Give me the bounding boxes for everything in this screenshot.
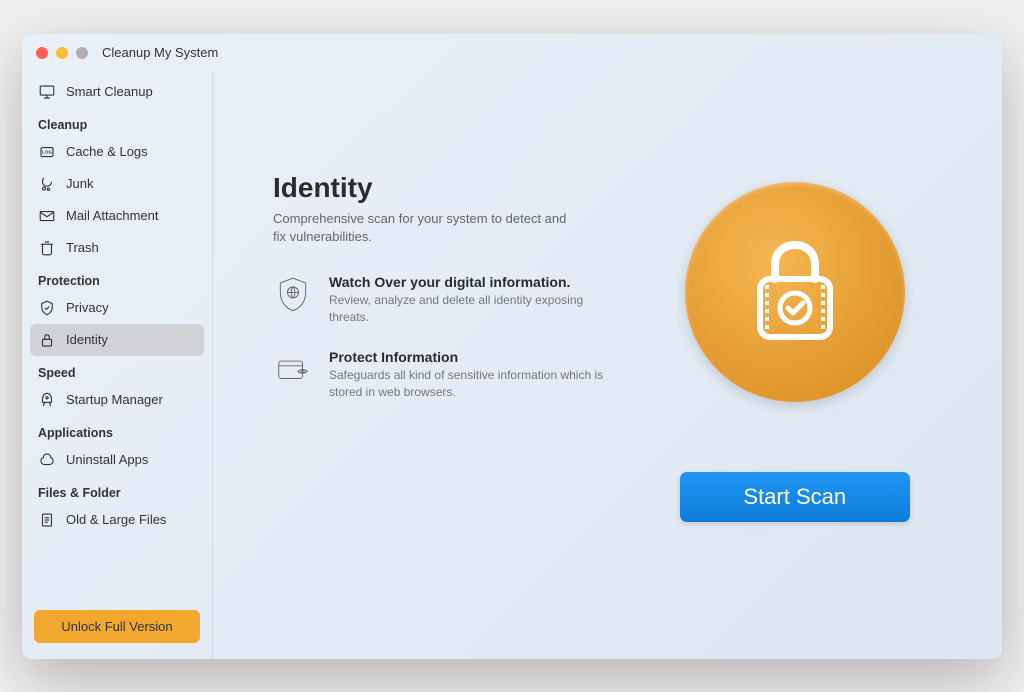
app-body: Smart Cleanup Cleanup LOG Cache & Logs J… <box>22 72 1002 659</box>
sidebar-section-files: Files & Folder <box>30 476 204 504</box>
sidebar-item-junk[interactable]: Junk <box>30 168 204 200</box>
page-title: Identity <box>273 172 608 204</box>
sidebar-section-cleanup: Cleanup <box>30 108 204 136</box>
sidebar-item-mail-attachment[interactable]: Mail Attachment <box>30 200 204 232</box>
window-controls <box>36 47 88 59</box>
feature-desc: Review, analyze and delete all identity … <box>329 292 608 326</box>
sidebar-item-label: Junk <box>66 176 93 191</box>
feature-text: Watch Over your digital information. Rev… <box>329 274 608 326</box>
feature-watch-over: Watch Over your digital information. Rev… <box>273 274 608 326</box>
feature-text: Protect Information Safeguards all kind … <box>329 349 608 401</box>
start-scan-button[interactable]: Start Scan <box>680 472 910 522</box>
sidebar-item-label: Identity <box>66 332 108 347</box>
feature-desc: Safeguards all kind of sensitive informa… <box>329 367 608 401</box>
content-left: Identity Comprehensive scan for your sys… <box>273 172 608 619</box>
sidebar-item-old-large-files[interactable]: Old & Large Files <box>30 504 204 536</box>
sidebar: Smart Cleanup Cleanup LOG Cache & Logs J… <box>22 72 212 659</box>
hero-identity-icon <box>685 182 905 402</box>
log-icon: LOG <box>38 143 56 161</box>
main-content: Identity Comprehensive scan for your sys… <box>212 72 1002 659</box>
sidebar-item-label: Old & Large Files <box>66 512 166 527</box>
monitor-icon <box>38 83 56 101</box>
svg-text:LOG: LOG <box>42 149 52 154</box>
shield-icon <box>38 299 56 317</box>
sidebar-section-speed: Speed <box>30 356 204 384</box>
sidebar-item-trash[interactable]: Trash <box>30 232 204 264</box>
sidebar-item-startup-manager[interactable]: Startup Manager <box>30 384 204 416</box>
sidebar-item-smart-cleanup[interactable]: Smart Cleanup <box>30 76 204 108</box>
page-subtitle: Comprehensive scan for your system to de… <box>273 210 573 246</box>
close-window-button[interactable] <box>36 47 48 59</box>
content-right: Start Scan <box>628 172 963 619</box>
junk-icon <box>38 175 56 193</box>
wallet-eye-icon <box>273 349 313 389</box>
mail-icon <box>38 207 56 225</box>
lock-icon <box>38 331 56 349</box>
sidebar-section-applications: Applications <box>30 416 204 444</box>
sidebar-section-protection: Protection <box>30 264 204 292</box>
sidebar-item-privacy[interactable]: Privacy <box>30 292 204 324</box>
sidebar-item-label: Startup Manager <box>66 392 163 407</box>
trash-icon <box>38 239 56 257</box>
minimize-window-button[interactable] <box>56 47 68 59</box>
app-window: Cleanup My System Smart Cleanup Cleanup … <box>22 34 1002 659</box>
files-icon <box>38 511 56 529</box>
feature-title: Protect Information <box>329 349 608 365</box>
apps-icon <box>38 451 56 469</box>
sidebar-item-uninstall-apps[interactable]: Uninstall Apps <box>30 444 204 476</box>
app-title: Cleanup My System <box>102 45 218 60</box>
sidebar-item-label: Trash <box>66 240 99 255</box>
sidebar-item-label: Privacy <box>66 300 109 315</box>
feature-protect-info: Protect Information Safeguards all kind … <box>273 349 608 401</box>
maximize-window-button[interactable] <box>76 47 88 59</box>
titlebar: Cleanup My System <box>22 34 1002 72</box>
unlock-full-version-button[interactable]: Unlock Full Version <box>34 610 200 643</box>
sidebar-item-label: Mail Attachment <box>66 208 159 223</box>
feature-title: Watch Over your digital information. <box>329 274 608 290</box>
sidebar-item-identity[interactable]: Identity <box>30 324 204 356</box>
sidebar-item-label: Smart Cleanup <box>66 84 153 99</box>
rocket-icon <box>38 391 56 409</box>
sidebar-item-label: Cache & Logs <box>66 144 148 159</box>
sidebar-item-cache-logs[interactable]: LOG Cache & Logs <box>30 136 204 168</box>
shield-globe-icon <box>273 274 313 314</box>
sidebar-item-label: Uninstall Apps <box>66 452 148 467</box>
